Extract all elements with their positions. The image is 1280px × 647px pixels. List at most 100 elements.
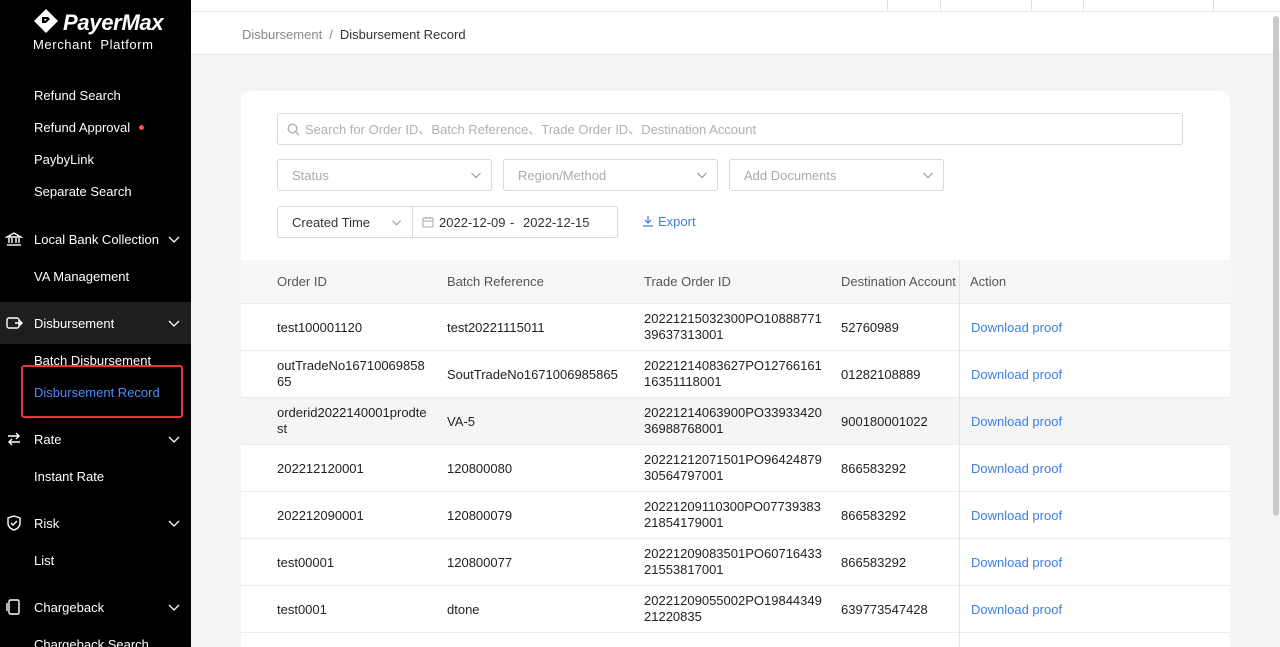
- date-to[interactable]: 2022-12-15: [523, 215, 590, 230]
- export-button[interactable]: Export: [642, 214, 696, 229]
- cell-trade-order-id: 20221214083627PO1276616116351118001: [644, 358, 822, 389]
- calendar-icon: [422, 217, 434, 228]
- sidebar-group-label: Risk: [34, 515, 60, 531]
- sidebar-item-paybylink[interactable]: PaybyLink: [34, 152, 94, 167]
- table-row: 202212120001 120800080 20221212071501PO9…: [241, 445, 1230, 492]
- search-box[interactable]: [277, 113, 1183, 145]
- table-row: test0001 dtone 20221209055002PO198443492…: [241, 586, 1230, 633]
- table-row: 202212090001 120800079 20221209110300PO0…: [241, 492, 1230, 539]
- chevron-down-icon: [168, 520, 180, 527]
- sidebar-group-label: Local Bank Collection: [34, 231, 160, 247]
- breadcrumb-parent[interactable]: Disbursement: [242, 27, 322, 42]
- cell-order-id: test100001120: [277, 320, 363, 335]
- cell-batch-reference: SoutTradeNo1671006985865: [447, 367, 618, 382]
- chevron-up-icon: [168, 320, 180, 327]
- sidebar-group-risk[interactable]: Risk: [0, 502, 191, 544]
- table-row: orderid2022140001prodtest VA-5 202212140…: [241, 398, 1230, 445]
- sidebar-item-chargeback-search[interactable]: Chargeback Search: [34, 637, 149, 647]
- cell-batch-reference: VA-5: [447, 414, 475, 429]
- selection-highlight-box: [21, 365, 183, 418]
- cell-batch-reference: 120800077: [447, 555, 513, 570]
- cell-destination-account: 866583292: [841, 461, 907, 476]
- cell-trade-order-id: 20221209055002PO1984434921220835: [644, 593, 822, 624]
- cell-destination-account: 639773547428: [841, 602, 928, 617]
- brand-name: PayerMax: [63, 10, 164, 35]
- sidebar-group-local-bank-collection[interactable]: Local Bank Collection: [0, 218, 191, 260]
- cell-order-id: test0001: [277, 602, 327, 617]
- sidebar-group-disbursement[interactable]: Disbursement: [0, 302, 191, 344]
- sidebar-item-list[interactable]: List: [34, 553, 54, 568]
- column-header-order-id: Order ID: [277, 274, 327, 289]
- cell-order-id: 202212090001: [277, 508, 364, 523]
- search-icon: [287, 123, 300, 136]
- time-type-select[interactable]: Created Time: [277, 206, 412, 238]
- header-divider: [940, 0, 941, 11]
- chevron-down-icon: [168, 436, 180, 443]
- cell-destination-account: 900180001022: [841, 414, 928, 429]
- download-icon: [643, 216, 653, 227]
- download-proof-link[interactable]: Download proof: [971, 508, 1062, 524]
- sidebar-item-refund-search[interactable]: Refund Search: [34, 88, 121, 103]
- action-column-divider: [959, 260, 960, 647]
- cell-batch-reference: dtone: [447, 602, 480, 617]
- sidebar-item-refund-approval[interactable]: Refund Approval: [34, 120, 145, 135]
- header-divider: [1031, 0, 1032, 11]
- notification-dot: [139, 125, 145, 131]
- sidebar-item-label: Refund Approval: [34, 120, 131, 135]
- sidebar-group-chargeback[interactable]: Chargeback: [0, 586, 191, 628]
- chevron-down-icon: [168, 236, 180, 243]
- sidebar-item-separate-search[interactable]: Separate Search: [34, 184, 132, 199]
- cell-batch-reference: test20221115011: [447, 320, 545, 335]
- breadcrumb: Disbursement / Disbursement Record: [242, 27, 466, 42]
- table-row: test100001120 test20221115011 2022121503…: [241, 304, 1230, 351]
- breadcrumb-separator: /: [329, 27, 333, 42]
- sidebar-group-rate[interactable]: Rate: [0, 418, 191, 460]
- sidebar-group-label: Disbursement: [34, 315, 115, 331]
- cell-order-id: test00001: [277, 555, 335, 570]
- breadcrumb-bar: Disbursement / Disbursement Record: [191, 12, 1280, 55]
- date-from[interactable]: 2022-12-09: [439, 215, 506, 230]
- page-scrollbar[interactable]: [1273, 16, 1279, 516]
- cell-trade-order-id: 20221209083501PO6071643321553817001: [644, 546, 822, 577]
- region-method-select[interactable]: Region/Method: [503, 159, 718, 191]
- sidebar: PayerMax Merchant Platform Refund Search…: [0, 0, 191, 647]
- cell-trade-order-id: 20221209110300PO0773938321854179001: [644, 499, 821, 530]
- download-proof-link[interactable]: Download proof: [971, 461, 1062, 477]
- brand-subtitle: Merchant Platform: [33, 37, 154, 52]
- download-proof-link[interactable]: Download proof: [971, 414, 1062, 430]
- chevron-down-icon: [471, 172, 481, 179]
- column-header-destination-account: Destination Account: [841, 274, 956, 289]
- payermax-logo-icon: [34, 9, 58, 33]
- cell-batch-reference: 120800079: [447, 508, 513, 523]
- table-row: outTradeNo1671006985865 SoutTradeNo16710…: [241, 351, 1230, 398]
- region-method-placeholder: Region/Method: [518, 168, 607, 183]
- column-header-action: Action: [970, 274, 1007, 289]
- cell-trade-order-id: 20221215032300PO1088877139637313001: [644, 311, 822, 342]
- header-divider: [887, 0, 888, 11]
- date-separator: -: [510, 215, 515, 230]
- bank-icon: [5, 232, 23, 246]
- chevron-down-icon: [391, 220, 402, 226]
- chevron-down-icon: [168, 604, 180, 611]
- status-select[interactable]: Status: [277, 159, 492, 191]
- sidebar-item-instant-rate[interactable]: Instant Rate: [34, 469, 104, 484]
- sidebar-item-va-management[interactable]: VA Management: [34, 269, 129, 284]
- download-proof-link[interactable]: Download proof: [971, 367, 1062, 383]
- cell-order-id: outTradeNo1671006985865: [277, 358, 425, 389]
- download-proof-link[interactable]: Download proof: [971, 320, 1062, 336]
- cell-order-id: 202212120001: [277, 461, 364, 476]
- header-divider: [1213, 0, 1214, 11]
- status-placeholder: Status: [292, 168, 329, 183]
- mobile-icon: [6, 599, 20, 615]
- search-input[interactable]: [305, 114, 1165, 144]
- cell-batch-reference: 120800080: [447, 461, 513, 476]
- date-range-picker[interactable]: 2022-12-09 - 2022-12-15: [412, 206, 618, 238]
- add-documents-select[interactable]: Add Documents: [729, 159, 944, 191]
- download-proof-link[interactable]: Download proof: [971, 555, 1062, 571]
- download-proof-link[interactable]: Download proof: [971, 602, 1062, 618]
- cell-destination-account: 52760989: [841, 320, 899, 335]
- chevron-down-icon: [697, 172, 707, 179]
- sidebar-group-label: Rate: [34, 431, 62, 447]
- brand-logo[interactable]: PayerMax Merchant Platform: [31, 8, 181, 54]
- cell-destination-account: 01282108889: [841, 367, 921, 382]
